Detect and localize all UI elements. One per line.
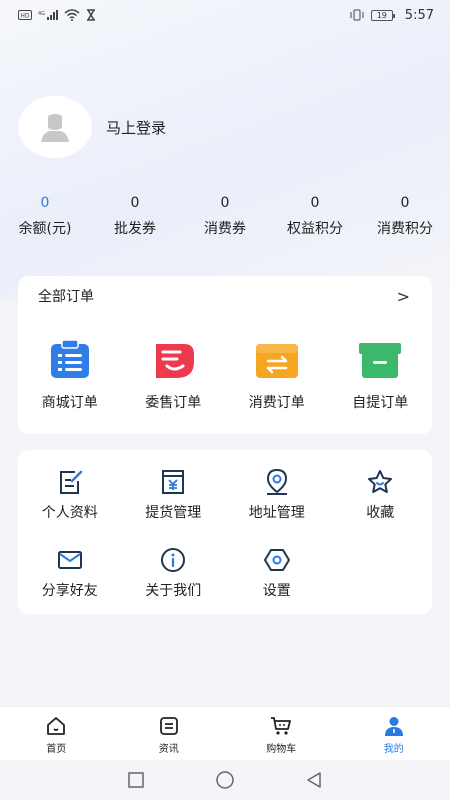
pickup-icon: [162, 470, 185, 494]
bottom-tab-bar: 首页 资讯 购物车 我的: [0, 706, 450, 760]
orders-card: 全部订单 > 商城订单 委售订单 消费订单 自提订单: [18, 276, 432, 434]
stat-label: 余额(元): [18, 221, 72, 237]
back-icon[interactable]: [305, 771, 323, 789]
avatar[interactable]: [18, 96, 92, 158]
tool-profile[interactable]: 个人资料: [18, 450, 122, 528]
tool-label: 提货管理: [145, 505, 202, 521]
chevron-right-icon: >: [396, 286, 410, 306]
tab-label: 首页: [46, 744, 67, 755]
recents-icon[interactable]: [127, 771, 145, 789]
box-icon: [359, 343, 402, 378]
order-label: 商城订单: [41, 395, 98, 411]
status-left: HD 4G: [18, 9, 96, 21]
stat-value: 0: [40, 195, 50, 211]
tab-cart[interactable]: 购物车: [225, 707, 338, 760]
order-item-consignment[interactable]: 委售订单: [122, 316, 226, 412]
stat-label: 消费券: [204, 221, 246, 237]
stat-consumption-points[interactable]: 0 消费积分: [360, 192, 450, 244]
stat-equity-points[interactable]: 0 权益积分: [270, 192, 360, 244]
home-icon: [47, 717, 66, 735]
tab-news[interactable]: 资讯: [113, 707, 226, 760]
profile-section[interactable]: 马上登录: [18, 96, 166, 158]
transfer-box-icon: [255, 344, 298, 378]
tools-row-1: 个人资料 提货管理 地址管理 收藏: [18, 450, 432, 528]
tool-address-management[interactable]: 地址管理: [225, 450, 329, 528]
order-label: 委售订单: [145, 395, 202, 411]
stat-wholesale-coupon[interactable]: 0 批发券: [90, 192, 180, 244]
settings-icon: [263, 549, 290, 571]
consign-icon: [156, 344, 195, 378]
location-icon: [266, 468, 287, 495]
stat-value: 0: [130, 195, 140, 211]
news-icon: [159, 717, 178, 735]
battery-indicator: 19: [370, 9, 395, 21]
status-right: 19 5:57: [349, 8, 434, 23]
tool-label: 关于我们: [145, 583, 202, 599]
stat-label: 权益积分: [287, 221, 343, 237]
hourglass-icon: [86, 9, 96, 21]
wifi-icon: [64, 9, 80, 21]
order-label: 消费订单: [248, 395, 305, 411]
hd-icon: HD: [18, 10, 32, 20]
avatar-placeholder-icon: [41, 114, 69, 142]
stat-balance[interactable]: 0 余额(元): [0, 192, 90, 244]
stat-label: 批发券: [114, 221, 156, 237]
tab-label: 购物车: [266, 744, 297, 755]
login-link[interactable]: 马上登录: [106, 117, 166, 138]
vibrate-icon: [349, 9, 365, 21]
tab-home[interactable]: 首页: [0, 707, 113, 760]
tab-mine[interactable]: 我的: [338, 707, 450, 760]
tool-label: 个人资料: [41, 505, 98, 521]
stat-consumption-coupon[interactable]: 0 消费券: [180, 192, 270, 244]
tool-pickup-management[interactable]: 提货管理: [122, 450, 226, 528]
star-icon: [368, 470, 393, 493]
status-bar: HD 4G 19 5:57: [0, 0, 450, 30]
stat-value: 0: [400, 195, 410, 211]
signal-icon: 4G: [38, 9, 58, 21]
order-types: 商城订单 委售订单 消费订单 自提订单: [18, 316, 432, 412]
tools-row-2: 分享好友 关于我们 设置: [18, 528, 432, 606]
order-item-consumption[interactable]: 消费订单: [225, 316, 329, 412]
tool-label: 地址管理: [248, 505, 305, 521]
cart-icon: [271, 717, 292, 735]
all-orders-row[interactable]: 全部订单 >: [18, 276, 432, 316]
edit-icon: [59, 470, 82, 494]
tool-label: 设置: [262, 583, 291, 599]
clipboard-icon: [50, 340, 89, 378]
order-label: 自提订单: [352, 395, 409, 411]
account-stats: 0 余额(元) 0 批发券 0 消费券 0 权益积分 0 消费积分: [0, 192, 450, 244]
tab-label: 资讯: [158, 744, 179, 755]
tool-label: 分享好友: [41, 583, 98, 599]
tool-favorites[interactable]: 收藏: [329, 450, 433, 528]
svg-text:HD: HD: [20, 13, 30, 20]
svg-text:4G: 4G: [38, 11, 45, 17]
stat-value: 0: [220, 195, 230, 211]
order-item-mall[interactable]: 商城订单: [18, 316, 122, 412]
tool-share-friends[interactable]: 分享好友: [18, 528, 122, 606]
home-circle-icon[interactable]: [215, 770, 235, 790]
stat-label: 消费积分: [377, 221, 433, 237]
tool-settings[interactable]: 设置: [225, 528, 329, 606]
system-nav-bar: [0, 760, 450, 800]
tool-about-us[interactable]: 关于我们: [122, 528, 226, 606]
tab-label: 我的: [383, 744, 404, 755]
order-item-pickup[interactable]: 自提订单: [329, 316, 433, 412]
tools-card: 个人资料 提货管理 地址管理 收藏 分享好友 关于我们 设置: [18, 450, 432, 614]
tool-label: 收藏: [366, 505, 395, 521]
status-time: 5:57: [404, 7, 434, 23]
all-orders-title: 全部订单: [38, 289, 94, 305]
mail-icon: [57, 551, 82, 569]
user-icon: [384, 717, 403, 736]
info-icon: [161, 548, 186, 572]
stat-value: 0: [310, 195, 320, 211]
